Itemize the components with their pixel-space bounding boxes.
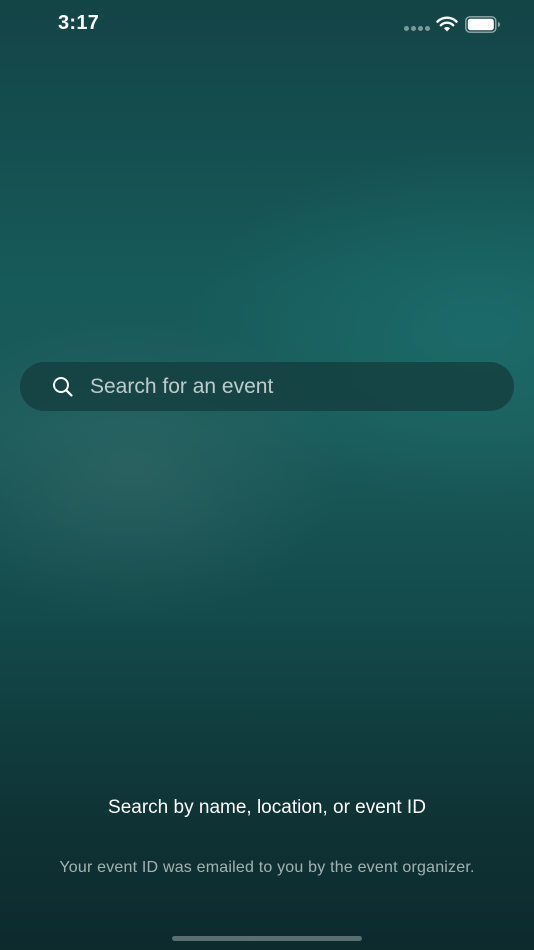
battery-icon	[465, 16, 500, 33]
search-input[interactable]	[90, 372, 490, 402]
search-icon	[53, 377, 73, 397]
wifi-icon	[436, 16, 458, 32]
home-indicator[interactable]	[172, 936, 362, 941]
hint-title: Search by name, location, or event ID	[108, 797, 426, 818]
signal-icon	[404, 26, 430, 32]
status-time: 3:17	[58, 12, 100, 34]
hint-subtitle: Your event ID was emailed to you by the …	[59, 859, 475, 876]
status-bar: 3:17	[0, 0, 534, 50]
